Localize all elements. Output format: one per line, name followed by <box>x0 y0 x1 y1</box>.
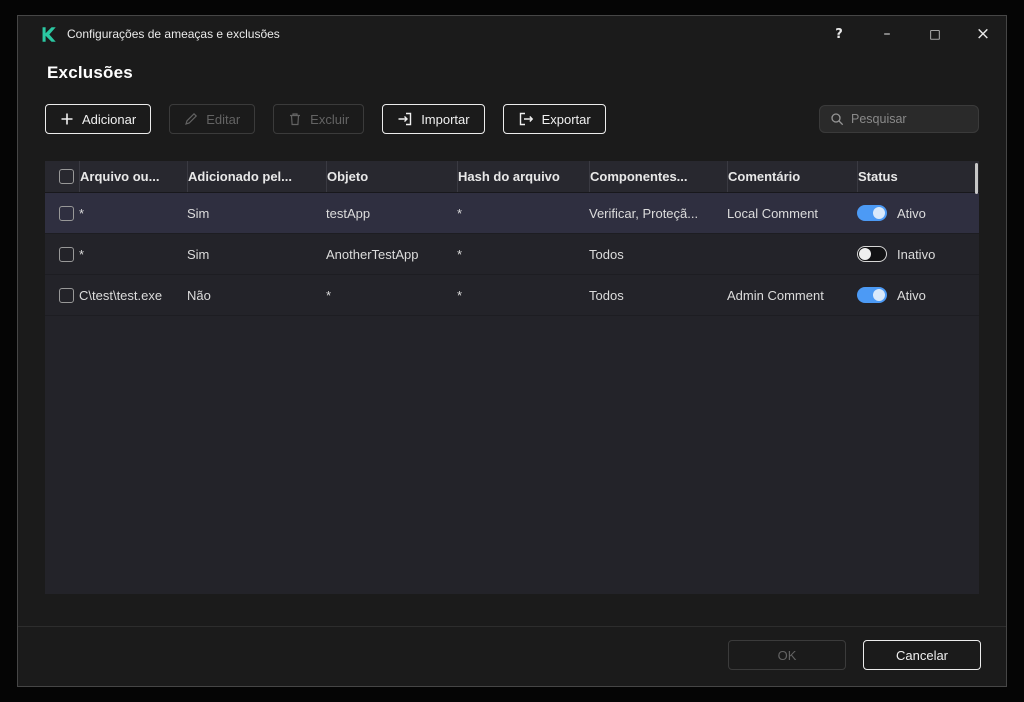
plus-icon <box>60 112 74 126</box>
select-all-checkbox[interactable] <box>59 169 74 184</box>
window-controls: ? – □ × <box>825 19 1006 49</box>
cell-file-hash: * <box>457 205 463 221</box>
import-button-label: Importar <box>421 111 470 127</box>
cell-components: Todos <box>589 246 624 262</box>
app-window: Configurações de ameaças e exclusões ? –… <box>17 15 1007 687</box>
pencil-icon <box>184 112 198 126</box>
import-icon <box>397 111 413 127</box>
column-header-file[interactable]: Arquivo ou... <box>79 161 187 192</box>
titlebar: Configurações de ameaças e exclusões ? –… <box>18 16 1006 52</box>
footer-divider <box>18 626 1006 627</box>
table-header: Arquivo ou... Adicionado pel... Objeto H… <box>45 161 979 193</box>
cell-file-hash: * <box>457 246 463 262</box>
row-checkbox-cell <box>45 287 79 303</box>
toggle-knob <box>873 289 885 301</box>
cell-added-by: Não <box>187 287 211 303</box>
column-header-comment[interactable]: Comentário <box>727 161 857 192</box>
cell-file-or-folder: * <box>79 205 85 221</box>
delete-button-label: Excluir <box>310 111 350 127</box>
cell-comment: Admin Comment <box>727 287 824 303</box>
column-header-added-by[interactable]: Adicionado pel... <box>187 161 326 192</box>
column-header-object[interactable]: Objeto <box>326 161 457 192</box>
search-icon <box>830 112 844 126</box>
scrollbar-thumb[interactable] <box>975 163 978 194</box>
table-row[interactable]: * Sim AnotherTestApp * Todos Inativo <box>45 234 979 275</box>
cell-file-or-folder: C\test\test.exe <box>79 287 163 303</box>
export-icon <box>518 111 534 127</box>
exclusions-table: Arquivo ou... Adicionado pel... Objeto H… <box>45 161 979 594</box>
cell-comment: Local Comment <box>727 205 819 221</box>
column-header-components[interactable]: Componentes... <box>589 161 727 192</box>
edit-button-label: Editar <box>206 111 241 127</box>
column-header-status[interactable]: Status <box>857 161 979 192</box>
toggle-knob <box>873 207 885 219</box>
status-label: Inativo <box>897 246 936 262</box>
cell-status: Ativo <box>857 205 979 221</box>
cell-components: Verificar, Proteçã... <box>589 205 699 221</box>
toggle-knob <box>859 248 871 260</box>
cell-object: testApp <box>326 205 371 221</box>
status-toggle[interactable] <box>857 287 887 303</box>
trash-icon <box>288 112 302 126</box>
export-button[interactable]: Exportar <box>502 104 606 134</box>
table-row[interactable]: * Sim testApp * Verificar, Proteçã... Local C… <box>45 193 979 234</box>
search-box[interactable] <box>819 105 979 133</box>
cell-status: Inativo <box>857 246 979 262</box>
status-label: Ativo <box>897 287 926 303</box>
row-checkbox[interactable] <box>59 246 74 262</box>
status-toggle[interactable] <box>857 205 887 221</box>
cell-object: AnotherTestApp <box>326 246 419 262</box>
cell-object: * <box>326 287 332 303</box>
page-title: Exclusões <box>47 63 133 82</box>
row-checkbox[interactable] <box>59 205 74 221</box>
window-title: Configurações de ameaças e exclusões <box>67 27 280 41</box>
minimize-button[interactable]: – <box>873 19 901 49</box>
cell-status: Ativo <box>857 287 979 303</box>
ok-button[interactable]: OK <box>728 640 846 670</box>
table-row[interactable]: C\test\test.exe Não * * Todos Admin Comment At… <box>45 275 979 316</box>
status-label: Ativo <box>897 205 926 221</box>
footer: OK Cancelar <box>728 640 981 670</box>
toolbar: Adicionar Editar Excluir Importar Export… <box>45 104 979 134</box>
cell-file-hash: * <box>457 287 463 303</box>
table-body: * Sim testApp * Verificar, Proteçã... Local C… <box>45 193 979 316</box>
close-button[interactable]: × <box>969 19 997 49</box>
cell-components: Todos <box>589 287 624 303</box>
maximize-button[interactable]: □ <box>921 19 949 49</box>
help-button[interactable]: ? <box>825 19 853 49</box>
search-input[interactable] <box>851 112 968 126</box>
column-header-hash[interactable]: Hash do arquivo <box>457 161 589 192</box>
select-all-cell <box>45 161 79 192</box>
add-button[interactable]: Adicionar <box>45 104 152 134</box>
cell-added-by: Sim <box>187 205 210 221</box>
kaspersky-logo-icon <box>40 26 57 43</box>
add-button-label: Adicionar <box>82 111 137 127</box>
row-checkbox[interactable] <box>59 287 74 303</box>
edit-button[interactable]: Editar <box>169 104 256 134</box>
import-button[interactable]: Importar <box>382 104 485 134</box>
cell-added-by: Sim <box>187 246 210 262</box>
delete-button[interactable]: Excluir <box>273 104 365 134</box>
status-toggle[interactable] <box>857 246 887 262</box>
cell-file-or-folder: * <box>79 246 85 262</box>
export-button-label: Exportar <box>541 111 591 127</box>
row-checkbox-cell <box>45 205 79 221</box>
row-checkbox-cell <box>45 246 79 262</box>
cancel-button[interactable]: Cancelar <box>863 640 981 670</box>
